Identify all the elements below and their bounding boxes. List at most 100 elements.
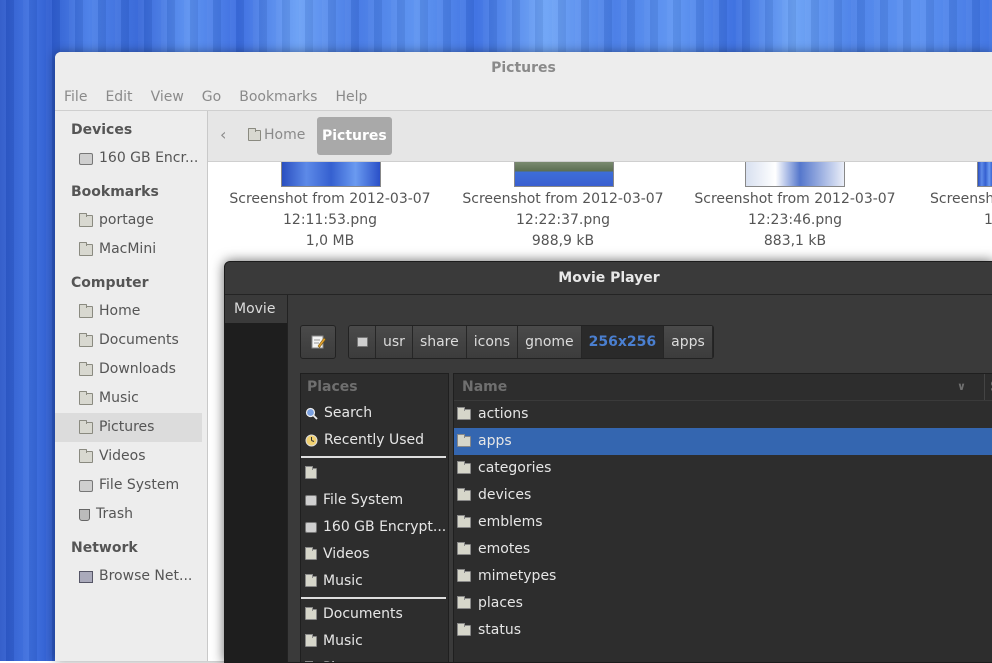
files-pathbar: ‹ Home Pictures [208,111,992,162]
folder-icon [79,212,93,227]
folder-icon [457,488,471,501]
folder-icon [457,596,471,609]
places-item-file-system[interactable]: File System [301,487,448,514]
sidebar-item-portage[interactable]: portage [55,206,207,235]
sidebar-heading-network: Network [71,540,138,556]
menu-view[interactable]: View [151,89,184,105]
sidebar-item-encrypted-drive[interactable]: 160 GB Encr... [55,144,207,173]
files-sidebar: Devices 160 GB Encr... Bookmarks portage… [55,111,208,661]
folder-row-devices[interactable]: devices [454,482,992,509]
sidebar-item-videos[interactable]: Videos [55,442,207,471]
videos-folder-icon [79,448,93,463]
search-icon [305,407,318,420]
sidebar-heading-devices: Devices [71,122,133,138]
file-chooser-dialog: usr share icons gnome 256x256 apps Place… [287,295,992,662]
sidebar-item-file-system[interactable]: File System [55,471,207,500]
trash-icon [79,508,90,521]
menu-bookmarks[interactable]: Bookmarks [239,89,317,105]
drive-icon [356,337,368,347]
movie-player-window: Movie Player Movie usr share icons gnome… [224,261,992,663]
videos-folder-icon [305,547,317,560]
folder-row-mimetypes[interactable]: mimetypes [454,563,992,590]
edit-pencil-icon [311,335,326,349]
sidebar-item-macmini[interactable]: MacMini [55,235,207,264]
folder-row-categories[interactable]: categories [454,455,992,482]
sidebar-item-browse-network[interactable]: Browse Net... [55,562,207,591]
back-button[interactable]: ‹ [220,125,226,144]
thumbnail-image[interactable] [745,162,845,187]
file-system-icon [79,479,93,492]
drive-icon [305,522,317,533]
sort-chevron-down-icon: ∨ [957,380,966,393]
folder-icon [457,569,471,582]
folder-icon [457,542,471,555]
network-icon [79,570,93,583]
places-item-search[interactable]: Search [301,400,448,427]
places-item-pictures[interactable]: Pi [301,655,448,662]
crumb-apps[interactable]: apps [664,326,713,358]
file-item[interactable]: Screenshot from 2012-03-07 12:11:53.png … [220,189,440,252]
drive-icon [79,152,93,165]
menu-file[interactable]: File [64,89,87,105]
sidebar-heading-bookmarks: Bookmarks [71,184,159,200]
folder-icon [457,623,471,636]
crumb-icons[interactable]: icons [466,326,519,358]
menu-movie[interactable]: Movie [225,295,296,323]
folder-row-emblems[interactable]: emblems [454,509,992,536]
downloads-folder-icon [79,361,93,376]
menu-go[interactable]: Go [202,89,221,105]
places-item-music[interactable]: Music [301,568,448,595]
crumb-256x256[interactable]: 256x256 [581,326,665,358]
sidebar-item-trash[interactable]: Trash [55,500,207,529]
places-item-videos[interactable]: Videos [301,541,448,568]
folder-row-apps[interactable]: apps [454,428,992,455]
thumbnail-image[interactable] [514,162,614,187]
thumbnail-image[interactable] [977,162,992,187]
sidebar-item-home[interactable]: Home [55,297,207,326]
file-item[interactable]: Screenshot from 2012-03-07 12:22:37.png … [453,189,673,252]
sidebar-item-documents[interactable]: Documents [55,326,207,355]
places-item-home[interactable] [301,460,448,487]
home-icon [248,127,261,141]
sidebar-heading-computer: Computer [71,275,149,291]
separator [301,597,446,599]
crumb-pictures[interactable]: Pictures [317,117,392,155]
places-item-music-bookmark[interactable]: Music [301,628,448,655]
crumb-gnome[interactable]: gnome [518,326,582,358]
thumbnail-image[interactable] [281,162,381,187]
documents-folder-icon [305,607,317,620]
folder-row-actions[interactable]: actions [454,401,992,428]
file-item[interactable]: Screenshot from 2012-03-07 12:23:46.png … [685,189,905,252]
sidebar-item-downloads[interactable]: Downloads [55,355,207,384]
menu-edit[interactable]: Edit [105,89,132,105]
file-list: Name ∨ S actions apps categories devices… [453,373,992,662]
crumb-share[interactable]: share [412,326,467,358]
places-item-documents[interactable]: Documents [301,601,448,628]
name-column-header[interactable]: Name ∨ S [454,374,992,401]
crumb-root[interactable] [349,326,376,358]
crumb-usr[interactable]: usr [376,326,413,358]
file-item[interactable]: Screensh 1 [930,189,992,231]
folder-row-emotes[interactable]: emotes [454,536,992,563]
places-item-encrypted-drive[interactable]: 160 GB Encrypt... [301,514,448,541]
sidebar-item-pictures[interactable]: Pictures [55,413,202,442]
folder-icon [457,461,471,474]
home-folder-icon [79,303,93,318]
places-item-recently-used[interactable]: Recently Used [301,427,448,454]
menu-help[interactable]: Help [335,89,367,105]
folder-row-places[interactable]: places [454,590,992,617]
music-folder-icon [79,390,93,405]
sidebar-item-music[interactable]: Music [55,384,207,413]
music-folder-icon [305,634,317,647]
type-location-button[interactable] [300,325,336,359]
places-pane: Places Search Recently Used File System … [300,373,449,662]
folder-icon [457,407,471,420]
files-titlebar: Pictures [55,52,992,84]
video-area [225,323,287,662]
pictures-folder-icon [79,419,93,434]
documents-folder-icon [79,332,93,347]
size-column-header[interactable]: S [984,374,992,400]
separator [301,456,446,458]
crumb-home[interactable]: Home [248,127,305,143]
folder-row-status[interactable]: status [454,617,992,644]
